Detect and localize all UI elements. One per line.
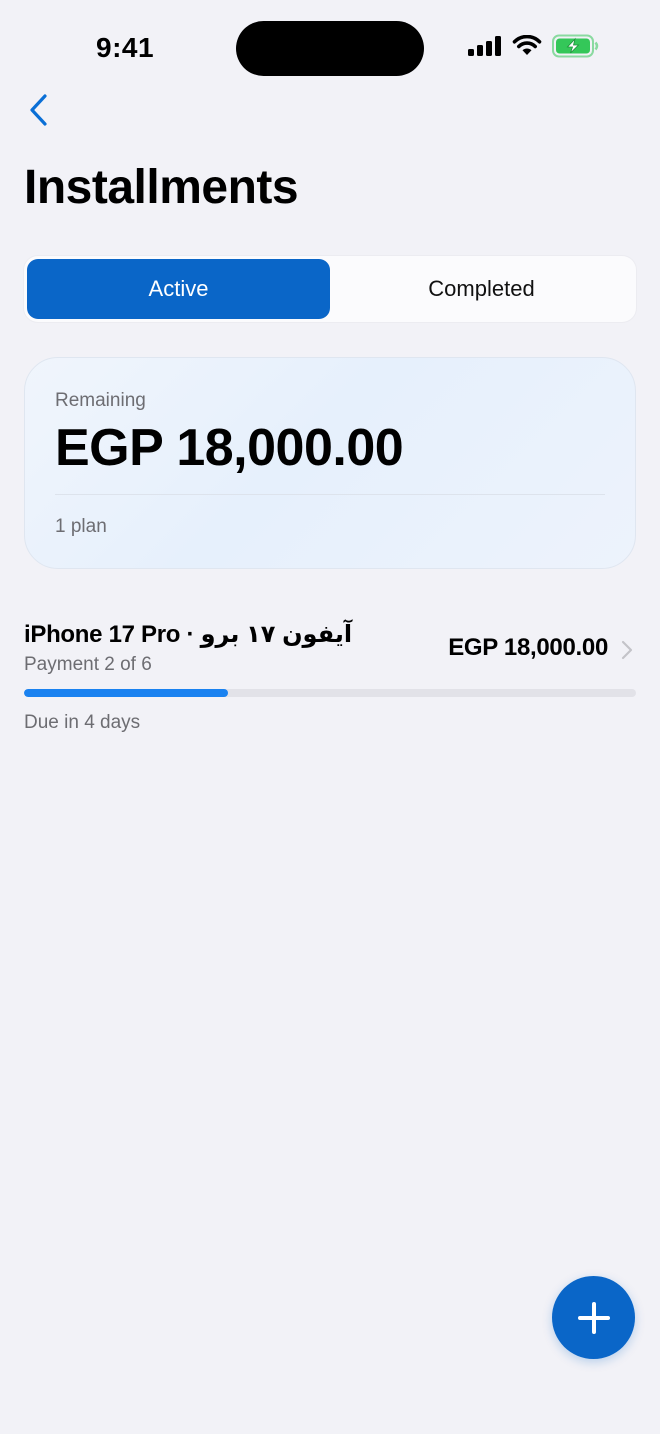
installment-plan-row[interactable]: iPhone 17 Pro · آيفون ١٧ برو Payment 2 o… — [24, 612, 636, 742]
remaining-amount: EGP 18,000.00 — [55, 419, 404, 477]
remaining-summary-card: Remaining EGP 18,000.00 1 plan — [24, 357, 636, 569]
battery-charging-icon — [552, 34, 599, 58]
dynamic-island — [236, 21, 424, 76]
plans-count: 1 plan — [55, 516, 107, 537]
page-title: Installments — [24, 161, 299, 214]
plan-progress-fill — [24, 689, 228, 697]
tab-completed[interactable]: Completed — [330, 259, 633, 319]
plan-amount: EGP 18,000.00 — [448, 634, 608, 661]
plus-icon — [577, 1301, 610, 1334]
chevron-right-icon — [621, 640, 633, 660]
remaining-label: Remaining — [55, 390, 146, 411]
add-installment-button[interactable] — [552, 1276, 635, 1359]
plan-due-date: Due in 4 days — [24, 712, 141, 733]
status-icons — [468, 34, 600, 58]
status-time: 9:41 — [96, 32, 155, 63]
status-bar: 9:41 — [0, 0, 660, 96]
plan-progress-bar — [24, 689, 636, 697]
plan-name: iPhone 17 Pro · آيفون ١٧ برو — [24, 621, 353, 648]
plan-payment-status: Payment 2 of 6 — [24, 654, 152, 675]
chevron-left-icon — [30, 94, 47, 126]
back-button[interactable] — [24, 88, 64, 132]
wifi-icon — [512, 35, 542, 55]
status-segmented-control: Active Completed — [24, 256, 636, 322]
cellular-signal-icon — [468, 36, 501, 56]
tab-active[interactable]: Active — [27, 259, 330, 319]
divider — [55, 494, 605, 495]
